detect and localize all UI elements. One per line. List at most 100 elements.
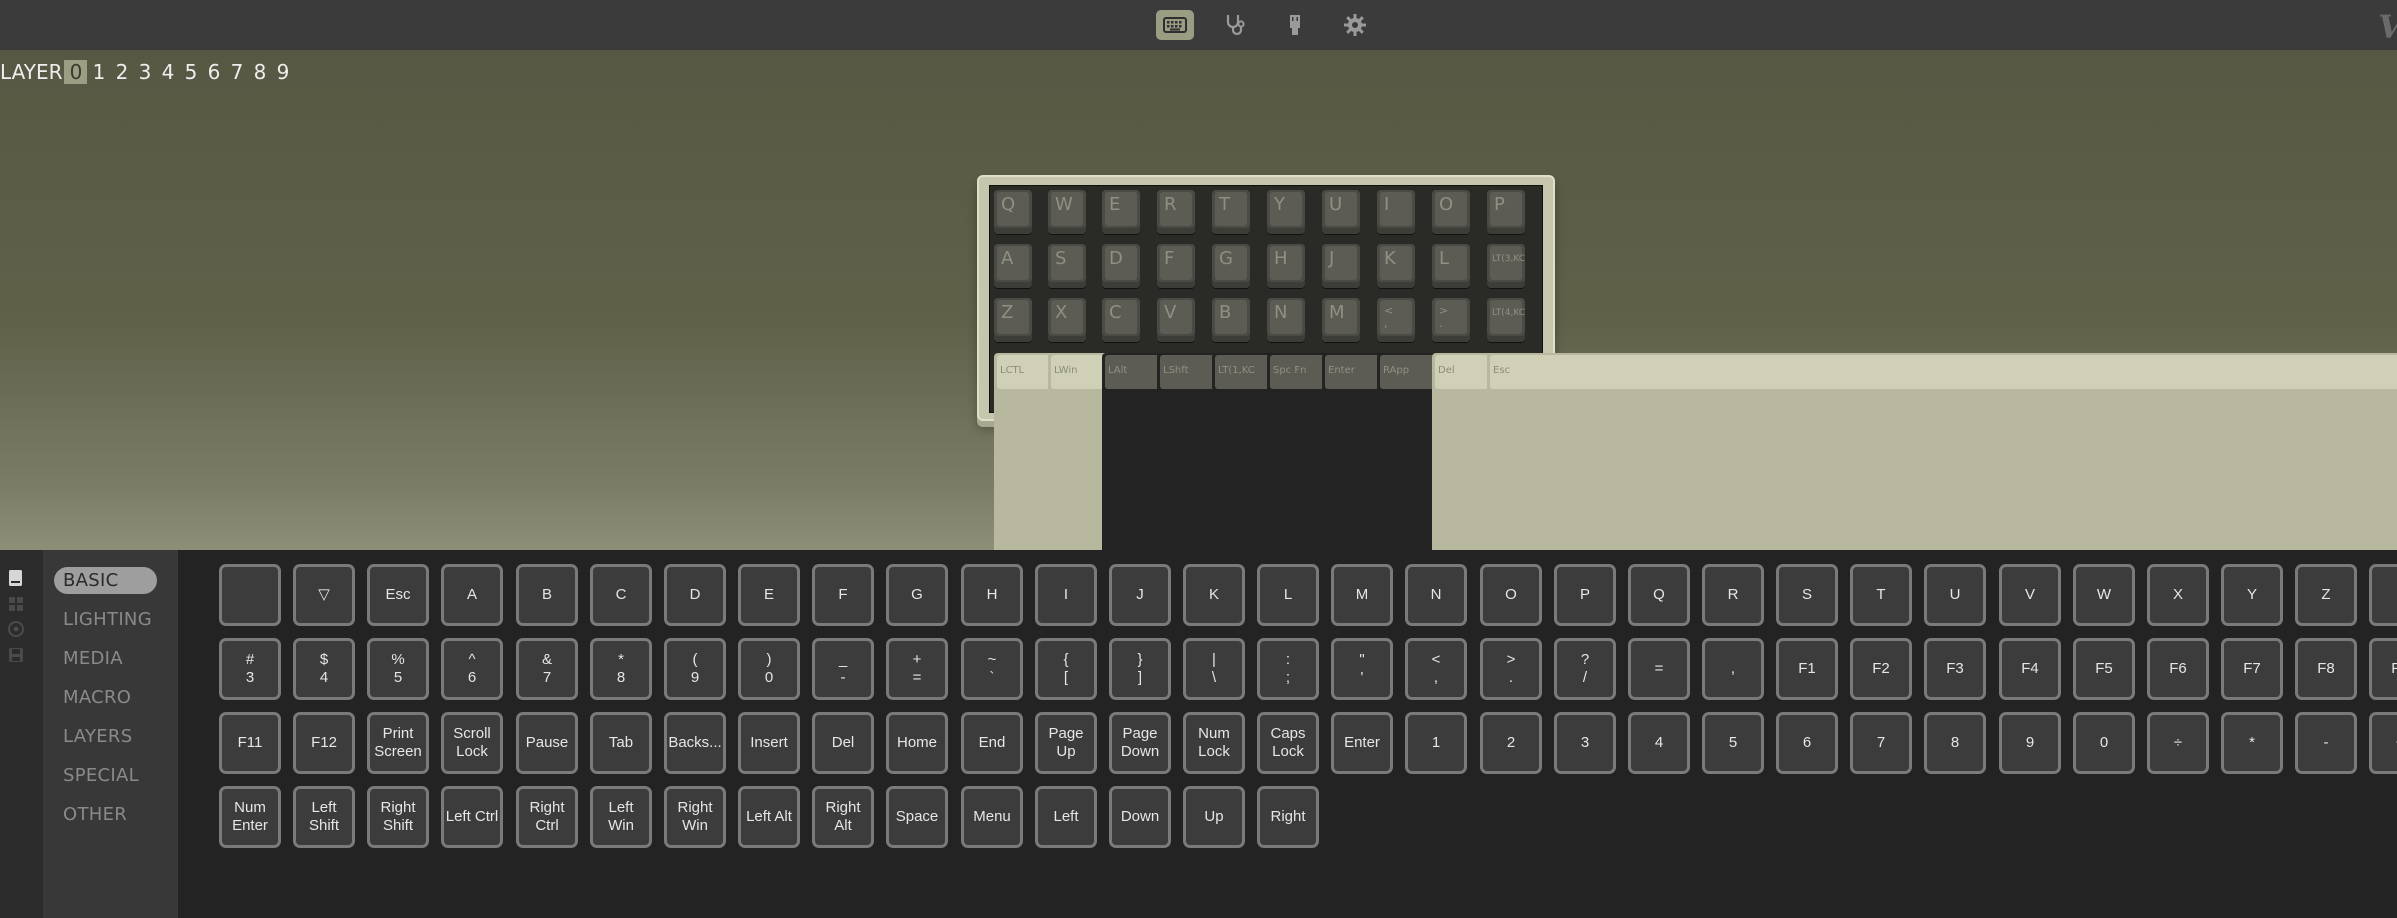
- keycode-button[interactable]: O: [1480, 564, 1542, 626]
- keycode-button[interactable]: $ 4: [293, 638, 355, 700]
- keycode-button[interactable]: Menu: [961, 786, 1023, 848]
- keycode-button[interactable]: Print Screen: [367, 712, 429, 774]
- keycode-button[interactable]: * 8: [590, 638, 652, 700]
- keycode-button[interactable]: 0: [2073, 712, 2135, 774]
- keycode-button[interactable]: L: [1257, 564, 1319, 626]
- keyboard-key[interactable]: N: [1267, 298, 1305, 342]
- keycode-button[interactable]: [219, 564, 281, 626]
- category-macro[interactable]: MACRO: [54, 684, 157, 711]
- keycode-button[interactable]: F11: [219, 712, 281, 774]
- keyboard-key[interactable]: Q: [994, 190, 1032, 234]
- keyboard-key[interactable]: E: [1102, 190, 1140, 234]
- keycode-button[interactable]: Left Win: [590, 786, 652, 848]
- keycode-button[interactable]: Z: [2295, 564, 2357, 626]
- keyboard-key[interactable]: LT(4,KC: [1487, 298, 1525, 342]
- keycode-button[interactable]: Right Shift: [367, 786, 429, 848]
- keyboard-key[interactable]: I: [1377, 190, 1415, 234]
- keycode-button[interactable]: Right Ctrl: [516, 786, 578, 848]
- category-lighting[interactable]: LIGHTING: [54, 606, 157, 633]
- keycode-button[interactable]: Caps Lock: [1257, 712, 1319, 774]
- keycode-button[interactable]: Y: [2221, 564, 2283, 626]
- keyboard-key[interactable]: S: [1048, 244, 1086, 288]
- keycode-button[interactable]: I: [1035, 564, 1097, 626]
- keycode-button[interactable]: W: [2073, 564, 2135, 626]
- keyboard-key[interactable]: W: [1048, 190, 1086, 234]
- keycode-button[interactable]: 9: [1999, 712, 2061, 774]
- keycode-button[interactable]: ▽: [293, 564, 355, 626]
- keyboard-key[interactable]: D: [1102, 244, 1140, 288]
- keycode-button[interactable]: -: [2295, 712, 2357, 774]
- layer-7-button[interactable]: 7: [225, 60, 248, 84]
- keycode-button[interactable]: Del: [812, 712, 874, 774]
- keyboard-key[interactable]: J: [1322, 244, 1360, 288]
- keycode-button[interactable]: U: [1924, 564, 1986, 626]
- keycode-button[interactable]: F9: [2369, 638, 2397, 700]
- keycode-button[interactable]: ( 9: [664, 638, 726, 700]
- keycode-button[interactable]: +: [2369, 712, 2397, 774]
- layer-9-button[interactable]: 9: [271, 60, 294, 84]
- keycode-button[interactable]: 8: [1924, 712, 1986, 774]
- firmware-chip-icon[interactable]: [1276, 10, 1314, 40]
- keycode-button[interactable]: Up: [1183, 786, 1245, 848]
- keycode-button[interactable]: A: [441, 564, 503, 626]
- keycode-button[interactable]: Left Ctrl: [441, 786, 503, 848]
- category-layers[interactable]: LAYERS: [54, 723, 157, 750]
- keycode-button[interactable]: Left Alt: [738, 786, 800, 848]
- keycode-button[interactable]: V: [1999, 564, 2061, 626]
- keyboard-key[interactable]: G: [1212, 244, 1250, 288]
- keycode-button[interactable]: Right Alt: [812, 786, 874, 848]
- keycode-button[interactable]: F3: [1924, 638, 1986, 700]
- keyboard-key[interactable]: M: [1322, 298, 1360, 342]
- layer-3-button[interactable]: 3: [133, 60, 156, 84]
- keycode-button[interactable]: Esc: [367, 564, 429, 626]
- keycode-button[interactable]: & 7: [516, 638, 578, 700]
- keymap-icon[interactable]: [7, 569, 25, 587]
- keyboard-key[interactable]: L: [1432, 244, 1470, 288]
- keycode-button[interactable]: { [: [1035, 638, 1097, 700]
- keycode-button[interactable]: % 5: [367, 638, 429, 700]
- keyboard-key[interactable]: P: [1487, 190, 1525, 234]
- layer-1-button[interactable]: 1: [87, 60, 110, 84]
- keyboard-key[interactable]: > .: [1432, 298, 1470, 342]
- keycode-button[interactable]: F4: [1999, 638, 2061, 700]
- keycode-button[interactable]: + =: [886, 638, 948, 700]
- layer-8-button[interactable]: 8: [248, 60, 271, 84]
- keycode-button[interactable]: Left: [1035, 786, 1097, 848]
- keyboard-key[interactable]: < ,: [1377, 298, 1415, 342]
- keyboard-key[interactable]: V: [1157, 298, 1195, 342]
- keycode-button[interactable]: F1: [1776, 638, 1838, 700]
- keycode-button[interactable]: } ]: [1109, 638, 1171, 700]
- keycode-button[interactable]: " ': [1331, 638, 1393, 700]
- layer-2-button[interactable]: 2: [110, 60, 133, 84]
- category-other[interactable]: OTHER: [54, 801, 157, 828]
- keycode-button[interactable]: 3: [1554, 712, 1616, 774]
- category-special[interactable]: SPECIAL: [54, 762, 157, 789]
- keycode-button[interactable]: Home: [886, 712, 948, 774]
- keycode-button[interactable]: Right: [1257, 786, 1319, 848]
- keycode-button[interactable]: M: [1331, 564, 1393, 626]
- keyboard-key[interactable]: Y: [1267, 190, 1305, 234]
- keyboard-key[interactable]: F: [1157, 244, 1195, 288]
- keyboard-key[interactable]: T: [1212, 190, 1250, 234]
- keycode-button[interactable]: =: [1628, 638, 1690, 700]
- keycode-button[interactable]: ~ `: [961, 638, 1023, 700]
- keycode-button[interactable]: Left Shift: [293, 786, 355, 848]
- keycode-button[interactable]: Num Enter: [219, 786, 281, 848]
- keycode-button[interactable]: E: [738, 564, 800, 626]
- keycode-button[interactable]: F7: [2221, 638, 2283, 700]
- keycode-button[interactable]: ) 0: [738, 638, 800, 700]
- keycode-button[interactable]: Tab: [590, 712, 652, 774]
- keycode-button[interactable]: R: [1702, 564, 1764, 626]
- category-media[interactable]: MEDIA: [54, 645, 157, 672]
- keycode-button[interactable]: Space: [886, 786, 948, 848]
- keycode-button[interactable]: N: [1405, 564, 1467, 626]
- keycode-button[interactable]: F6: [2147, 638, 2209, 700]
- layer-0-button[interactable]: 0: [64, 60, 88, 84]
- keycode-button[interactable]: F5: [2073, 638, 2135, 700]
- keycode-button[interactable]: End: [961, 712, 1023, 774]
- keycode-button[interactable]: F: [812, 564, 874, 626]
- configure-keyboard-icon[interactable]: [1156, 10, 1194, 40]
- keycode-button[interactable]: X: [2147, 564, 2209, 626]
- lighting-icon[interactable]: [7, 595, 25, 613]
- keycode-button[interactable]: F2: [1850, 638, 1912, 700]
